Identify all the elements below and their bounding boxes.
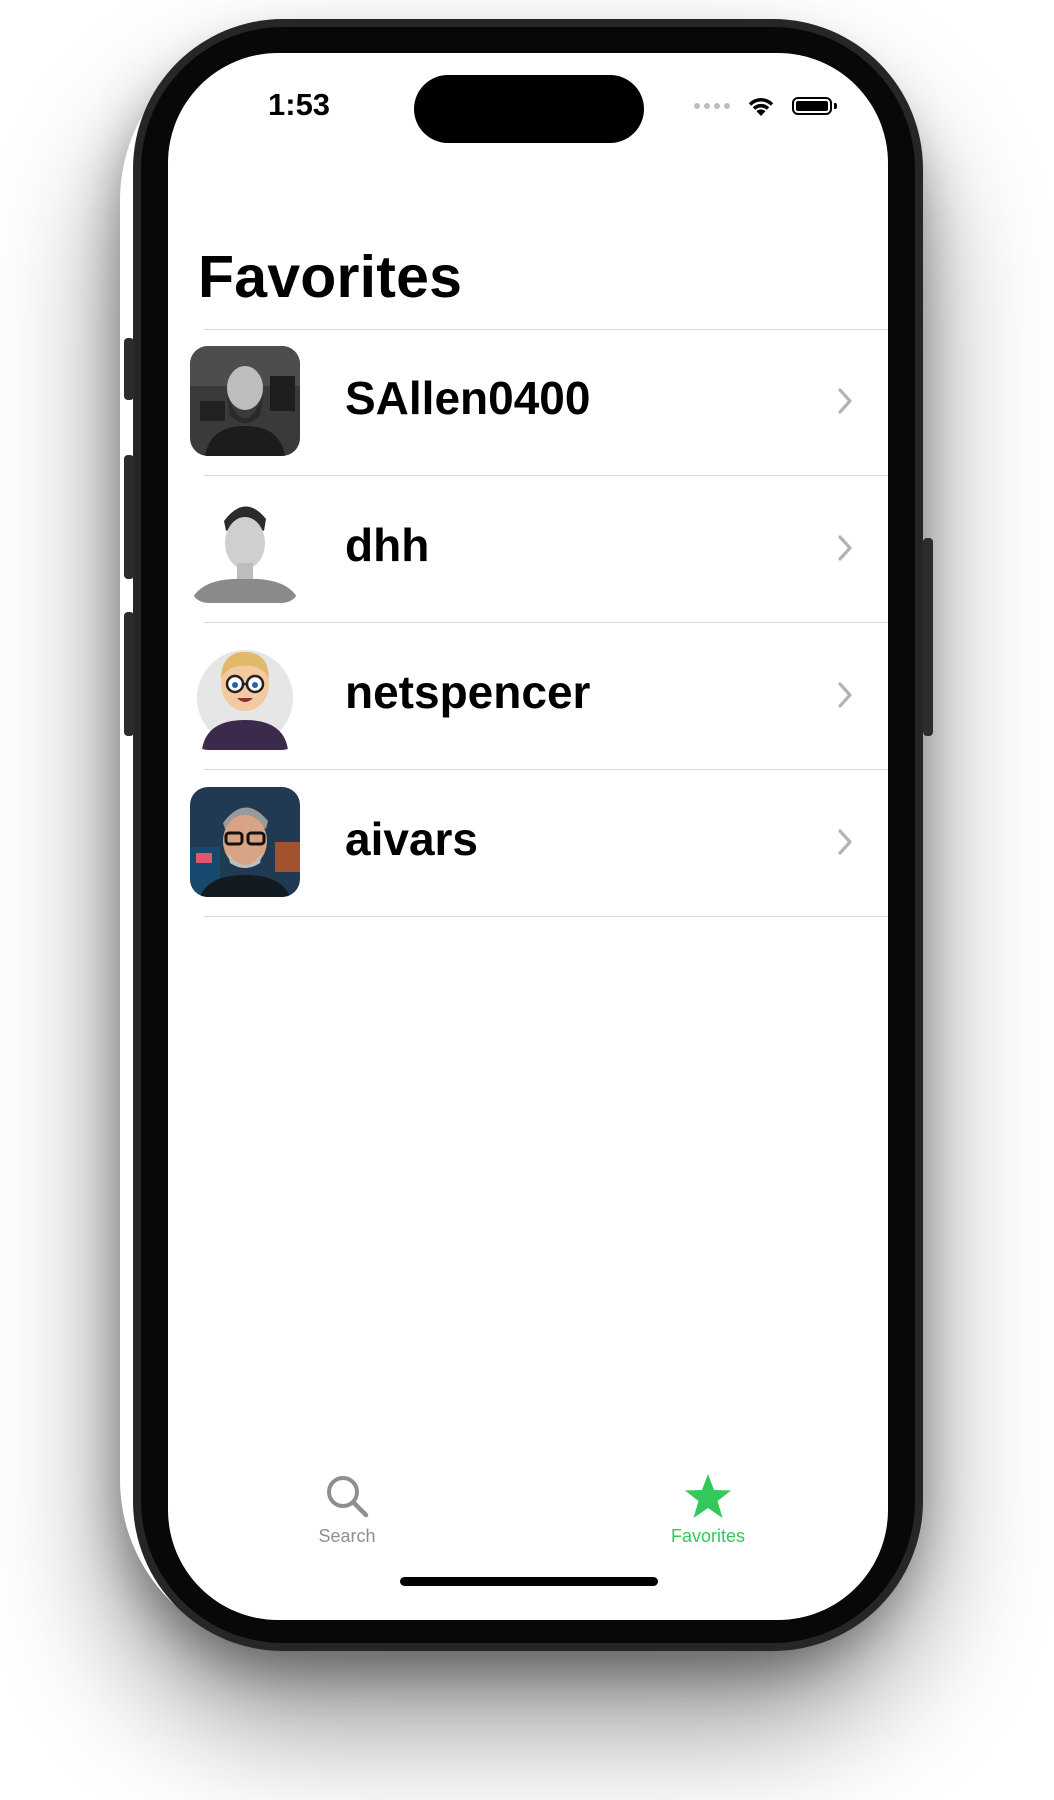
app-screen: 1:53 Favorites SAllen0400 dhh netspencer… <box>168 53 888 1620</box>
page-title: Favorites <box>198 244 463 310</box>
username-label: netspencer <box>345 666 591 718</box>
list-item[interactable]: dhh <box>168 476 888 623</box>
wifi-icon <box>748 98 774 116</box>
dynamic-island <box>414 75 644 143</box>
list-item[interactable]: aivars <box>168 770 888 917</box>
list-item[interactable]: SAllen0400 <box>168 329 888 476</box>
chevron-right-icon <box>838 535 852 561</box>
username-label: dhh <box>345 519 430 571</box>
star-icon <box>685 1474 731 1518</box>
tab-label: Favorites <box>670 1526 746 1546</box>
tab-label: Search <box>318 1526 376 1546</box>
home-indicator <box>400 1577 658 1586</box>
status-indicators <box>694 95 837 117</box>
list-item[interactable]: netspencer <box>168 623 888 770</box>
cellular-signal-icon <box>694 103 730 109</box>
tab-bar: Search Favorites <box>168 1473 888 1573</box>
action-button <box>124 338 134 400</box>
avatar <box>190 787 300 897</box>
volume-down-button <box>124 612 134 736</box>
tab-search[interactable]: Search <box>247 1473 447 1547</box>
battery-icon <box>792 97 837 115</box>
chevron-right-icon <box>838 829 852 855</box>
favorites-list: SAllen0400 dhh netspencer aivars <box>168 329 888 917</box>
magnifying-glass-icon <box>327 1476 369 1518</box>
avatar <box>190 346 300 456</box>
volume-up-button <box>124 455 134 579</box>
avatar <box>190 640 300 750</box>
tab-favorites[interactable]: Favorites <box>608 1473 808 1547</box>
chevron-right-icon <box>838 388 852 414</box>
avatar <box>190 493 300 603</box>
side-button <box>923 538 933 736</box>
status-time: 1:53 <box>268 87 331 122</box>
username-label: aivars <box>345 813 479 865</box>
username-label: SAllen0400 <box>345 372 591 424</box>
chevron-right-icon <box>838 682 852 708</box>
